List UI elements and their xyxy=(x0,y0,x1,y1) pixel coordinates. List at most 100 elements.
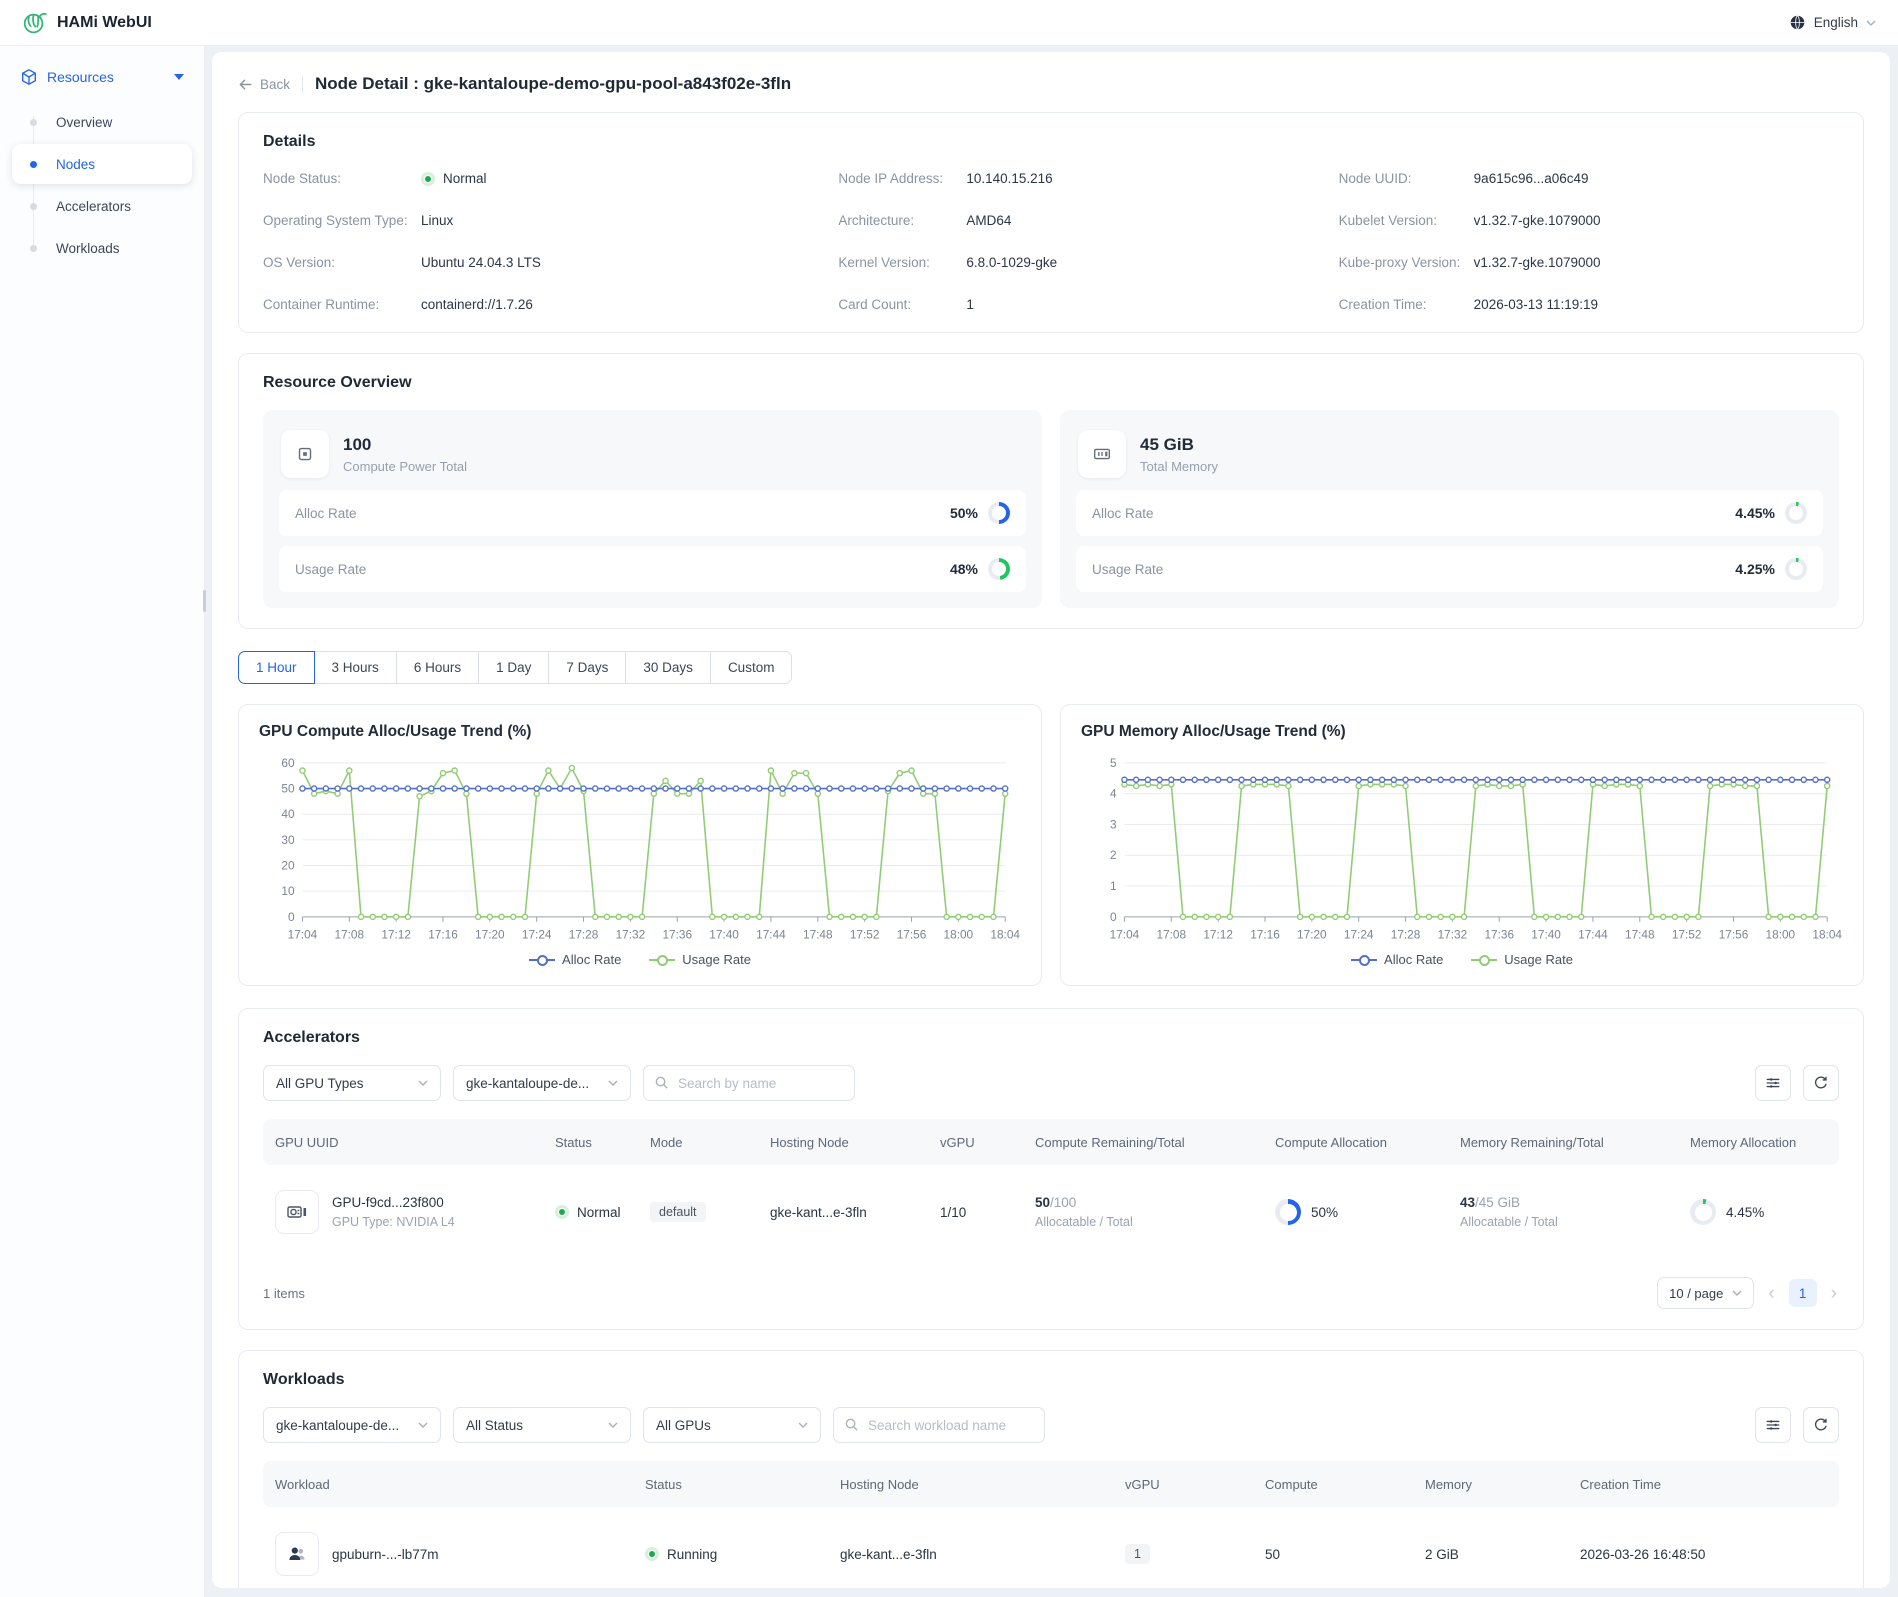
legend-usage-rate[interactable]: Usage Rate xyxy=(1471,952,1573,967)
column-settings-button[interactable] xyxy=(1755,1407,1791,1443)
app-title: HAMi WebUI xyxy=(57,14,152,32)
detail-os-version: OS Version:Ubuntu 24.04.3 LTS xyxy=(263,255,838,270)
chevron-down-icon xyxy=(1866,20,1876,26)
time-range-3-hours[interactable]: 3 Hours xyxy=(314,651,397,684)
svg-text:17:28: 17:28 xyxy=(1391,928,1421,942)
time-range-custom[interactable]: Custom xyxy=(710,651,793,684)
pagination: 10 / page ‹ 1 › xyxy=(1657,1277,1839,1309)
accelerator-search-input[interactable] xyxy=(643,1065,855,1101)
chart-title: GPU Compute Alloc/Usage Trend (%) xyxy=(259,723,1021,741)
cube-icon xyxy=(20,68,38,86)
chevron-down-icon xyxy=(418,1080,428,1086)
status-badge: Normal xyxy=(555,1205,626,1220)
gpu-type-select[interactable]: All GPU Types xyxy=(263,1065,441,1101)
page-title: Node Detail : gke-kantaloupe-demo-gpu-po… xyxy=(315,74,791,94)
svg-text:17:52: 17:52 xyxy=(850,928,880,942)
legend-alloc-rate[interactable]: Alloc Rate xyxy=(1351,952,1443,967)
compute-allocation-cell: 50% xyxy=(1263,1199,1448,1225)
vgpu-tag: 1 xyxy=(1125,1544,1150,1564)
memory-remaining-cell: 43/45 GiB Allocatable / Total xyxy=(1448,1195,1678,1229)
svg-text:18:04: 18:04 xyxy=(1812,928,1842,942)
svg-text:17:48: 17:48 xyxy=(803,928,833,942)
refresh-icon xyxy=(1813,1417,1829,1433)
refresh-button[interactable] xyxy=(1803,1065,1839,1101)
svg-text:17:40: 17:40 xyxy=(709,928,739,942)
time-range-30-days[interactable]: 30 Days xyxy=(625,651,711,684)
next-page-button[interactable]: › xyxy=(1829,1284,1839,1303)
table-row[interactable]: gpuburn-...-lb77m Running gke-kant...e-3… xyxy=(263,1507,1839,1588)
workload-status-select[interactable]: All Status xyxy=(453,1407,631,1443)
sidebar-item-accelerators[interactable]: Accelerators xyxy=(12,186,192,226)
svg-text:17:56: 17:56 xyxy=(1719,928,1749,942)
accelerators-footer: 1 items 10 / page ‹ 1 › xyxy=(263,1277,1839,1309)
sidebar-item-overview[interactable]: Overview xyxy=(12,102,192,142)
hami-logo-icon xyxy=(22,10,47,35)
svg-text:5: 5 xyxy=(1110,756,1117,770)
gpu-memory-trend-chart: 01234517:0417:0817:1217:1617:2017:2417:2… xyxy=(1081,753,1843,946)
compute-value: 50 xyxy=(1253,1547,1413,1562)
back-button[interactable]: Back xyxy=(238,77,290,92)
svg-text:17:24: 17:24 xyxy=(522,928,552,942)
detail-node-ip: Node IP Address:10.140.15.216 xyxy=(838,171,1338,186)
workload-name[interactable]: gpuburn-...-lb77m xyxy=(332,1547,439,1562)
sliders-icon xyxy=(1765,1417,1781,1433)
accelerators-table-header: GPU UUIDStatusModeHosting NodevGPUComput… xyxy=(263,1119,1839,1165)
sidebar-item-workloads[interactable]: Workloads xyxy=(12,228,192,268)
sidebar-section-resources[interactable]: Resources xyxy=(12,62,192,92)
svg-text:17:32: 17:32 xyxy=(1438,928,1468,942)
time-range-selector: 1 Hour 3 Hours 6 Hours 1 Day 7 Days 30 D… xyxy=(238,651,792,684)
column-settings-button[interactable] xyxy=(1755,1065,1791,1101)
workload-gpus-select[interactable]: All GPUs xyxy=(643,1407,821,1443)
tree-dot xyxy=(30,119,37,126)
usage-rate-donut xyxy=(988,558,1010,580)
legend-usage-rate[interactable]: Usage Rate xyxy=(649,952,751,967)
svg-text:10: 10 xyxy=(281,884,295,898)
page-number[interactable]: 1 xyxy=(1789,1279,1817,1307)
tree-dot xyxy=(30,161,37,168)
tree-dot xyxy=(30,203,37,210)
time-range-6-hours[interactable]: 6 Hours xyxy=(396,651,479,684)
accelerators-card: Accelerators All GPU Types gke-kantaloup… xyxy=(238,1008,1864,1330)
chevron-down-icon xyxy=(1732,1290,1742,1296)
chevron-down-icon xyxy=(174,74,184,80)
language-selector[interactable]: English xyxy=(1789,14,1876,31)
chart-legend: Alloc Rate Usage Rate xyxy=(1081,952,1843,967)
workloads-title: Workloads xyxy=(263,1371,1839,1389)
details-card: Details Node Status: Normal Operating Sy… xyxy=(238,112,1864,333)
svg-text:60: 60 xyxy=(281,756,295,770)
search-icon xyxy=(844,1417,859,1437)
gpu-type: GPU Type: NVIDIA L4 xyxy=(332,1215,455,1229)
main-area: Back Node Detail : gke-kantaloupe-demo-g… xyxy=(205,46,1898,1597)
node-select[interactable]: gke-kantaloupe-de... xyxy=(453,1065,631,1101)
search-icon xyxy=(654,1075,669,1095)
svg-text:18:00: 18:00 xyxy=(944,928,974,942)
refresh-button[interactable] xyxy=(1803,1407,1839,1443)
svg-text:17:04: 17:04 xyxy=(288,928,318,942)
detail-container-runtime: Container Runtime:containerd://1.7.26 xyxy=(263,297,838,312)
gpu-uuid[interactable]: GPU-f9cd...23f800 xyxy=(332,1195,455,1210)
mode-tag: default xyxy=(650,1202,706,1222)
chevron-down-icon xyxy=(798,1422,808,1428)
time-range-7-days[interactable]: 7 Days xyxy=(548,651,626,684)
workloads-table-header: WorkloadStatusHosting NodevGPUComputeMem… xyxy=(263,1461,1839,1507)
svg-text:17:40: 17:40 xyxy=(1531,928,1561,942)
creation-time: 2026-03-26 16:48:50 xyxy=(1568,1547,1839,1562)
workload-node-select[interactable]: gke-kantaloupe-de... xyxy=(263,1407,441,1443)
page-size-select[interactable]: 10 / page xyxy=(1657,1277,1754,1309)
svg-text:17:32: 17:32 xyxy=(616,928,646,942)
table-row[interactable]: GPU-f9cd...23f800 GPU Type: NVIDIA L4 No… xyxy=(263,1165,1839,1259)
memory-allocation-cell: 4.45% xyxy=(1678,1199,1839,1225)
sidebar-item-nodes[interactable]: Nodes xyxy=(12,144,192,184)
svg-text:0: 0 xyxy=(288,910,295,924)
legend-alloc-rate[interactable]: Alloc Rate xyxy=(529,952,621,967)
detail-kube-proxy-version: Kube-proxy Version:v1.32.7-gke.1079000 xyxy=(1339,255,1839,270)
globe-icon xyxy=(1789,14,1806,31)
compute-total-label: Compute Power Total xyxy=(343,459,467,474)
memory-value: 2 GiB xyxy=(1413,1547,1568,1562)
memory-usage-rate-row: Usage Rate 4.25% xyxy=(1076,546,1823,592)
time-range-1-day[interactable]: 1 Day xyxy=(478,651,549,684)
sidebar-resize-handle[interactable] xyxy=(203,590,206,612)
workload-search-input[interactable] xyxy=(833,1407,1045,1443)
time-range-1-hour[interactable]: 1 Hour xyxy=(238,651,315,684)
prev-page-button[interactable]: ‹ xyxy=(1766,1284,1776,1303)
